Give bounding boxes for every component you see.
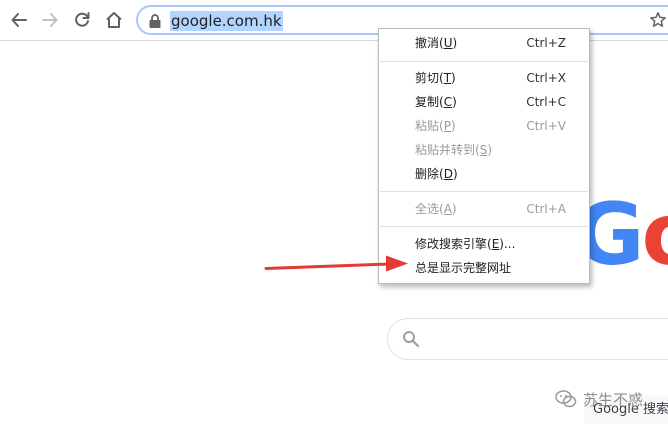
home-icon (106, 12, 122, 28)
mnemonic-cut: T (443, 71, 452, 85)
reload-button[interactable] (69, 7, 95, 33)
url-text[interactable]: google.com.hk (170, 11, 283, 31)
logo-letter-o1: o (642, 192, 668, 278)
search-input[interactable] (387, 318, 668, 360)
mnemonic-delete: D (443, 167, 453, 181)
search-icon (403, 331, 420, 348)
watermark: 苏生不惑 (555, 384, 643, 414)
menu-label-edit-search-engines: 修改搜索引擎 (415, 237, 488, 251)
shortcut-copy: Ctrl+C (526, 95, 566, 109)
shortcut-paste: Ctrl+V (526, 119, 566, 133)
reload-icon (75, 12, 90, 27)
menu-item-undo[interactable]: 撤消(U) Ctrl+Z (379, 32, 589, 54)
menu-label-delete: 删除 (415, 167, 440, 181)
menu-separator (380, 61, 588, 62)
mnemonic-select-all: A (443, 202, 452, 216)
home-button[interactable] (101, 7, 127, 33)
forward-button[interactable] (37, 7, 63, 33)
mnemonic-paste-and-go: S (479, 143, 488, 157)
mnemonic-edit-search-engines: E (491, 237, 500, 251)
menu-item-select-all[interactable]: 全选(A) Ctrl+A (379, 198, 589, 220)
arrow-right-icon (42, 13, 58, 27)
wechat-icon (555, 390, 577, 408)
shortcut-select-all: Ctrl+A (526, 202, 566, 216)
menu-item-copy[interactable]: 复制(C) Ctrl+C (379, 91, 589, 113)
menu-label-paste: 粘贴 (415, 119, 440, 133)
menu-ellipsis: ... (503, 237, 516, 251)
menu-label-copy: 复制 (415, 95, 440, 109)
menu-item-paste[interactable]: 粘贴(P) Ctrl+V (379, 115, 589, 137)
menu-separator (380, 226, 588, 227)
menu-item-delete[interactable]: 删除(D) (379, 163, 589, 185)
shortcut-cut: Ctrl+X (526, 71, 566, 85)
arrow-left-icon (11, 13, 27, 27)
mnemonic-paste: P (443, 119, 451, 133)
menu-separator (380, 191, 588, 192)
watermark-text: 苏生不惑 (583, 390, 644, 409)
menu-item-cut[interactable]: 剪切(T) Ctrl+X (379, 67, 589, 89)
mnemonic-undo: U (443, 36, 453, 50)
menu-label-cut: 剪切 (415, 71, 440, 85)
annotation-arrow (264, 255, 408, 272)
menu-item-paste-and-go[interactable]: 粘贴并转到(S) (379, 139, 589, 161)
menu-label-always-show-full-url: 总是显示完整网址 (415, 261, 512, 275)
menu-label-select-all: 全选 (415, 202, 440, 216)
menu-label-paste-and-go: 粘贴并转到 (415, 143, 476, 157)
browser-page: google.com.hk Goo Google 搜索 苏生不惑 撤消(U) C… (0, 0, 668, 432)
context-menu: 撤消(U) Ctrl+Z 剪切(T) Ctrl+X 复制(C) Ctrl+C 粘… (378, 28, 590, 284)
shortcut-undo: Ctrl+Z (526, 36, 566, 50)
mnemonic-copy: C (443, 95, 453, 109)
menu-label-undo: 撤消 (415, 36, 440, 50)
lock-icon[interactable] (148, 13, 162, 29)
star-icon[interactable] (649, 11, 667, 29)
back-button[interactable] (6, 7, 32, 33)
